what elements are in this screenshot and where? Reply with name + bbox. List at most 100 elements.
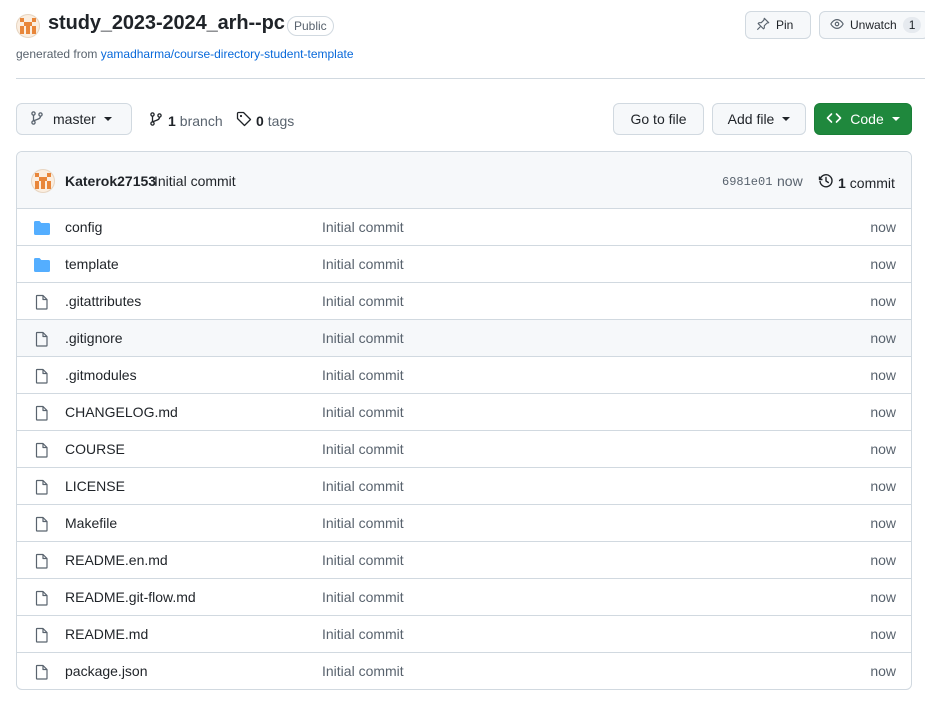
file-commit-message[interactable]: Initial commit [322, 293, 404, 309]
tag-count: 0 [256, 112, 264, 129]
file-commit-message[interactable]: Initial commit [322, 219, 404, 235]
folder-icon [33, 220, 51, 236]
file-row[interactable]: README.md Initial commit now [17, 616, 911, 653]
file-commit-time: now [870, 552, 896, 568]
watch-count: 1 [902, 17, 922, 33]
git-branch-icon [29, 110, 45, 129]
file-name-link[interactable]: .gitmodules [65, 367, 137, 383]
commit-message[interactable]: Initial commit [154, 173, 236, 189]
git-branch-icon [148, 111, 164, 130]
file-name-link[interactable]: COURSE [65, 441, 125, 457]
file-name-link[interactable]: .gitignore [65, 330, 123, 346]
file-icon [33, 331, 51, 347]
commit-sha[interactable]: 6981e01 [722, 175, 772, 189]
chevron-down-icon [782, 117, 791, 121]
file-commit-time: now [870, 663, 896, 679]
commit-author[interactable]: Katerok27153 [65, 173, 156, 189]
code-button[interactable]: Code [814, 103, 912, 135]
file-row[interactable]: COURSE Initial commit now [17, 431, 911, 468]
add-file-label: Add file [727, 111, 775, 127]
file-commit-time: now [870, 256, 896, 272]
history-icon [818, 173, 834, 192]
commit-time: now [777, 173, 803, 189]
chevron-down-icon [891, 117, 900, 121]
file-row[interactable]: .gitignore Initial commit now [17, 320, 911, 357]
file-commit-time: now [870, 589, 896, 605]
file-commit-message[interactable]: Initial commit [322, 589, 404, 605]
file-commit-time: now [870, 219, 896, 235]
repo-title[interactable]: study_2023-2024_arh--pc [48, 12, 285, 35]
header-divider [16, 78, 925, 79]
file-name-link[interactable]: .gitattributes [65, 293, 141, 309]
file-commit-time: now [870, 330, 896, 346]
branch-word: branch [179, 112, 223, 129]
chevron-down-icon [103, 117, 112, 121]
file-icon [33, 664, 51, 680]
file-commit-message[interactable]: Initial commit [322, 441, 404, 457]
branch-name: master [53, 111, 96, 127]
file-icon [33, 627, 51, 643]
visibility-badge: Public [287, 16, 334, 36]
file-row[interactable]: README.en.md Initial commit now [17, 542, 911, 579]
file-icon [33, 294, 51, 310]
file-name-link[interactable]: README.git-flow.md [65, 589, 196, 605]
file-row[interactable]: CHANGELOG.md Initial commit now [17, 394, 911, 431]
file-commit-message[interactable]: Initial commit [322, 663, 404, 679]
file-row[interactable]: Makefile Initial commit now [17, 505, 911, 542]
generated-from: generated from yamadharma/course-directo… [16, 47, 354, 61]
file-icon [33, 590, 51, 606]
file-commit-message[interactable]: Initial commit [322, 515, 404, 531]
file-commit-message[interactable]: Initial commit [322, 256, 404, 272]
add-file-button[interactable]: Add file [712, 103, 806, 135]
file-name-link[interactable]: package.json [65, 663, 148, 679]
file-icon [33, 405, 51, 421]
owner-avatar[interactable] [16, 14, 40, 38]
file-commit-time: now [870, 367, 896, 383]
tags-link[interactable]: 0 tags [236, 111, 294, 130]
file-commit-time: now [870, 441, 896, 457]
file-row[interactable]: .gitattributes Initial commit now [17, 283, 911, 320]
file-commit-message[interactable]: Initial commit [322, 404, 404, 420]
file-commit-time: now [870, 404, 896, 420]
file-row[interactable]: package.json Initial commit now [17, 653, 911, 689]
branch-select-button[interactable]: master [16, 103, 132, 135]
file-commit-message[interactable]: Initial commit [322, 478, 404, 494]
file-commit-time: now [870, 626, 896, 642]
file-browser: Katerok27153 Initial commit 6981e01 now … [16, 151, 912, 690]
file-commit-message[interactable]: Initial commit [322, 330, 404, 346]
tag-icon [236, 111, 252, 130]
file-icon [33, 516, 51, 532]
pin-icon [756, 17, 770, 34]
file-commit-message[interactable]: Initial commit [322, 626, 404, 642]
commit-count: 1 [838, 174, 846, 191]
file-row[interactable]: LICENSE Initial commit now [17, 468, 911, 505]
unwatch-button[interactable]: Unwatch 1 [819, 11, 925, 39]
folder-icon [33, 257, 51, 273]
template-repo-link[interactable]: yamadharma/course-directory-student-temp… [101, 47, 354, 61]
commit-history-link[interactable]: 1 commit [818, 173, 895, 192]
file-row[interactable]: template Initial commit now [17, 246, 911, 283]
file-name-link[interactable]: README.en.md [65, 552, 168, 568]
file-name-link[interactable]: config [65, 219, 102, 235]
latest-commit-bar: Katerok27153 Initial commit 6981e01 now … [17, 152, 911, 209]
commit-word: commit [849, 174, 895, 191]
file-list: config Initial commit now template Initial c… [17, 209, 911, 689]
file-name-link[interactable]: README.md [65, 626, 148, 642]
branches-link[interactable]: 1 branch [148, 111, 223, 130]
file-name-link[interactable]: Makefile [65, 515, 117, 531]
file-row[interactable]: .gitmodules Initial commit now [17, 357, 911, 394]
file-commit-message[interactable]: Initial commit [322, 367, 404, 383]
file-name-link[interactable]: template [65, 256, 119, 272]
file-name-link[interactable]: LICENSE [65, 478, 125, 494]
file-name-link[interactable]: CHANGELOG.md [65, 404, 178, 420]
pin-button[interactable]: Pin [745, 11, 811, 39]
file-row[interactable]: config Initial commit now [17, 209, 911, 246]
unwatch-label: Unwatch [850, 18, 897, 32]
go-to-file-button[interactable]: Go to file [613, 103, 704, 135]
file-commit-time: now [870, 515, 896, 531]
commit-author-avatar[interactable] [31, 169, 55, 193]
file-commit-time: now [870, 478, 896, 494]
tag-word: tags [267, 112, 295, 129]
file-row[interactable]: README.git-flow.md Initial commit now [17, 579, 911, 616]
file-commit-message[interactable]: Initial commit [322, 552, 404, 568]
